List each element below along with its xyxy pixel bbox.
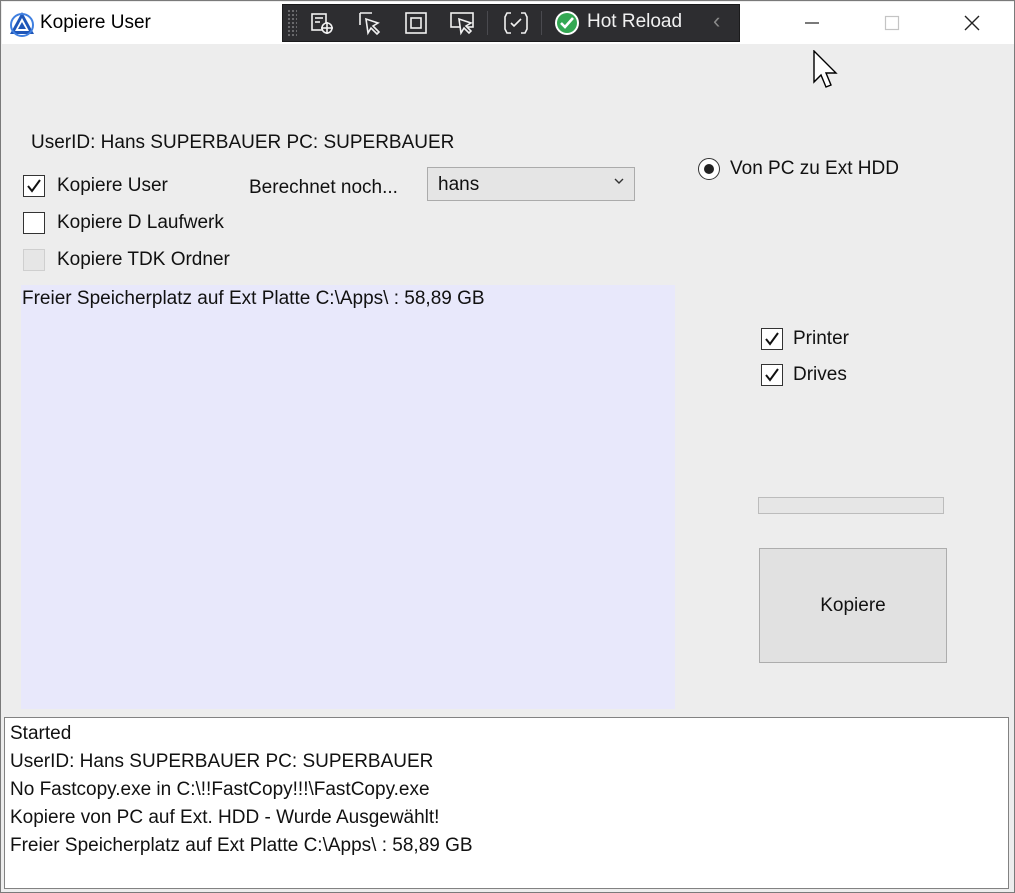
log-line: No Fastcopy.exe in C:\!!FastCopy!!!\Fast… <box>10 779 430 800</box>
log-line: Freier Speicherplatz auf Ext Platte C:\A… <box>10 835 473 856</box>
select-element-icon[interactable] <box>353 8 387 38</box>
direction-radio-button[interactable] <box>698 158 720 180</box>
close-icon <box>964 15 980 31</box>
copy-user-checkbox[interactable] <box>23 175 45 197</box>
checkbox-box[interactable] <box>761 364 783 386</box>
calculating-label: Berechnet noch... <box>249 177 398 198</box>
copy-tdk-folder-checkbox <box>23 249 45 271</box>
minimize-icon <box>805 22 819 24</box>
mouse-pointer-icon <box>812 49 838 95</box>
checkmark-icon <box>765 332 779 346</box>
toolbar-separator <box>541 11 542 35</box>
live-visual-tree-icon[interactable] <box>305 8 339 38</box>
user-info-label: UserID: Hans SUPERBAUER PC: SUPERBAUER <box>31 132 455 153</box>
direction-radio-label[interactable]: Von PC zu Ext HDD <box>730 158 904 180</box>
printer-checkbox[interactable] <box>761 328 783 350</box>
toolbar-separator <box>487 11 488 35</box>
checkbox-box[interactable] <box>23 175 45 197</box>
log-line: UserID: Hans SUPERBAUER PC: SUPERBAUER <box>10 751 434 772</box>
user-select-dropdown[interactable]: hans <box>427 167 635 201</box>
checkbox-box <box>23 249 45 271</box>
chevron-down-icon <box>612 174 626 193</box>
log-line: Started <box>10 723 72 744</box>
title-bar[interactable]: Kopiere User Hot Reload ‹ <box>2 2 1014 44</box>
minimize-button[interactable] <box>784 3 840 43</box>
free-space-text: Freier Speicherplatz auf Ext Platte C:\A… <box>22 288 485 309</box>
copy-d-drive-label[interactable]: Kopiere D Laufwerk <box>57 212 233 234</box>
copy-button[interactable]: Kopiere <box>759 548 947 663</box>
toolbar-grip-icon[interactable] <box>287 9 297 37</box>
close-button[interactable] <box>944 3 1000 43</box>
application-window: Kopiere User Hot Reload ‹ UserID: Hans S… <box>0 0 1015 893</box>
log-output[interactable]: Started UserID: Hans SUPERBAUER PC: SUPE… <box>4 717 1009 889</box>
copy-tdk-folder-label: Kopiere TDK Ordner <box>57 249 230 270</box>
hot-reload-button[interactable]: Hot Reload <box>587 11 682 33</box>
checkbox-box[interactable] <box>761 328 783 350</box>
drives-checkbox[interactable] <box>761 364 783 386</box>
checkmark-icon <box>27 179 41 193</box>
copy-user-label[interactable]: Kopiere User <box>57 175 171 197</box>
hot-reload-check-icon[interactable] <box>553 9 581 42</box>
printer-label[interactable]: Printer <box>793 328 849 350</box>
window-title: Kopiere User <box>40 12 151 33</box>
checkbox-box[interactable] <box>23 212 45 234</box>
user-select-value: hans <box>438 174 480 195</box>
log-line: Kopiere von PC auf Ext. HDD - Wurde Ausg… <box>10 807 440 828</box>
info-panel: Freier Speicherplatz auf Ext Platte C:\A… <box>21 285 675 709</box>
maximize-icon <box>884 15 900 31</box>
display-adorners-icon[interactable] <box>399 8 433 38</box>
track-focus-icon[interactable] <box>445 8 479 38</box>
copy-d-drive-checkbox[interactable] <box>23 212 45 234</box>
chevron-left-icon[interactable]: ‹ <box>713 8 720 34</box>
radio-selected-dot <box>704 164 714 174</box>
app-logo-icon <box>8 10 36 38</box>
xaml-binding-failures-icon[interactable] <box>499 8 533 38</box>
drives-label[interactable]: Drives <box>793 364 847 386</box>
checkmark-icon <box>765 368 779 382</box>
xaml-debug-toolbar: Hot Reload ‹ <box>282 4 740 42</box>
maximize-button[interactable] <box>864 3 920 43</box>
copy-progress-bar <box>758 497 944 514</box>
